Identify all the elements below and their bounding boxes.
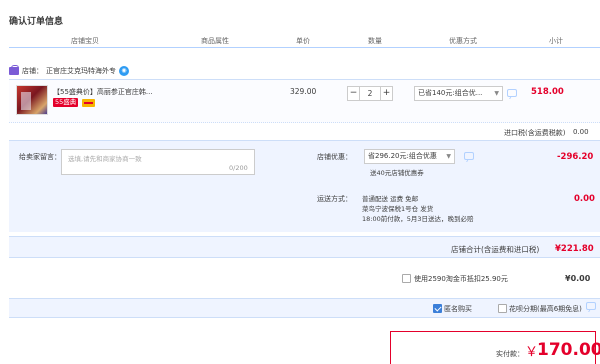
shipping-line: 普通配送 运费 免邮 — [362, 195, 419, 203]
quantity-decrease-button[interactable]: − — [347, 86, 360, 101]
message-label: 给卖家留言： — [19, 153, 61, 161]
shipping-line: 菜鸟宁波保税1号仓 发货 — [362, 205, 434, 213]
anonymous-checkbox[interactable] — [433, 304, 442, 313]
coupon-amount: -296.20 — [557, 152, 594, 162]
message-placeholder: 选填,请先和商家协商一致 — [68, 155, 142, 163]
coupon-note: 送40元店铺优惠券 — [370, 169, 424, 177]
quantity-input[interactable]: 2 — [360, 86, 380, 101]
item-subtotal: 518.00 — [531, 87, 564, 97]
shop-icon — [9, 65, 19, 75]
import-tax-amount: 0.00 — [573, 128, 589, 136]
card-icon — [82, 99, 95, 107]
shop-label: 店铺： — [22, 67, 43, 75]
chevron-down-icon: ▼ — [494, 90, 499, 97]
shop-total-value: ¥221.80 — [555, 244, 594, 254]
order-item-row — [9, 79, 600, 123]
payment-label: 实付款： — [496, 350, 524, 358]
huabei-info-icon[interactable] — [586, 302, 596, 310]
product-title-link[interactable]: 【55盛典价】高丽参正官庄韩... — [53, 87, 158, 97]
shipping-label: 运送方式： — [317, 195, 352, 203]
table-header: 店铺宝贝 商品属性 单价 数量 优惠方式 小计 — [9, 32, 600, 48]
item-discount-select[interactable]: 已省140元:组合优... ▼ — [414, 86, 503, 101]
shipping-line: 18:00前付款，5月3日送达，晚到必赔 — [362, 215, 474, 223]
shop-coupon-value: 省296.20元:组合优惠 — [368, 152, 437, 160]
message-char-count: 0/200 — [229, 164, 248, 172]
shop-coupon-label: 店铺优惠： — [317, 153, 352, 161]
unit-price: 329.00 — [290, 87, 317, 96]
quantity-increase-button[interactable]: + — [380, 86, 393, 101]
col-subtotal: 小计 — [549, 37, 563, 45]
coupon-info-icon[interactable] — [464, 152, 474, 160]
taojinbi-amount: ¥0.00 — [565, 274, 591, 283]
taojinbi-checkbox[interactable] — [402, 274, 411, 283]
shipping-amount: 0.00 — [574, 194, 595, 204]
quantity-stepper: − 2 + — [347, 86, 393, 101]
shop-coupon-select[interactable]: 省296.20元:组合优惠 ▼ — [364, 149, 455, 164]
discount-info-icon[interactable] — [507, 89, 517, 97]
product-thumbnail[interactable] — [16, 85, 48, 115]
item-discount-value: 已省140元:组合优... — [418, 89, 483, 97]
taojinbi-label: 使用2590淘金币抵扣25.90元 — [414, 275, 508, 283]
shop-name-link[interactable]: 正官庄艾克玛特海外专 — [46, 66, 116, 76]
wangwang-chat-icon[interactable]: ◉ — [119, 66, 129, 76]
anonymous-label: 匿名购买 — [444, 305, 472, 313]
shop-total-label: 店铺合计(含运费和进口税) — [451, 245, 540, 254]
col-shop-item: 店铺宝贝 — [71, 37, 99, 45]
col-discount: 优惠方式 — [449, 37, 477, 45]
import-tax-label: 进口税(含运费税款) — [504, 129, 566, 137]
shipping-info: 普通配送 运费 免邮 菜鸟宁波保税1号仓 发货 18:00前付款，5月3日送达，… — [362, 194, 474, 224]
chevron-down-icon: ▼ — [446, 153, 451, 160]
col-quantity: 数量 — [368, 37, 382, 45]
promo-badge: 55盛典 — [53, 98, 79, 107]
payment-amount: 170.00 — [537, 340, 600, 360]
shop-header: 店铺： 正官庄艾克玛特海外专 ◉ — [9, 64, 129, 78]
col-unit-price: 单价 — [296, 37, 310, 45]
page-title: 确认订单信息 — [9, 17, 64, 27]
col-attributes: 商品属性 — [201, 37, 229, 45]
huabei-label: 花呗分期(最高6期免息) — [509, 305, 582, 313]
huabei-checkbox[interactable] — [498, 304, 507, 313]
